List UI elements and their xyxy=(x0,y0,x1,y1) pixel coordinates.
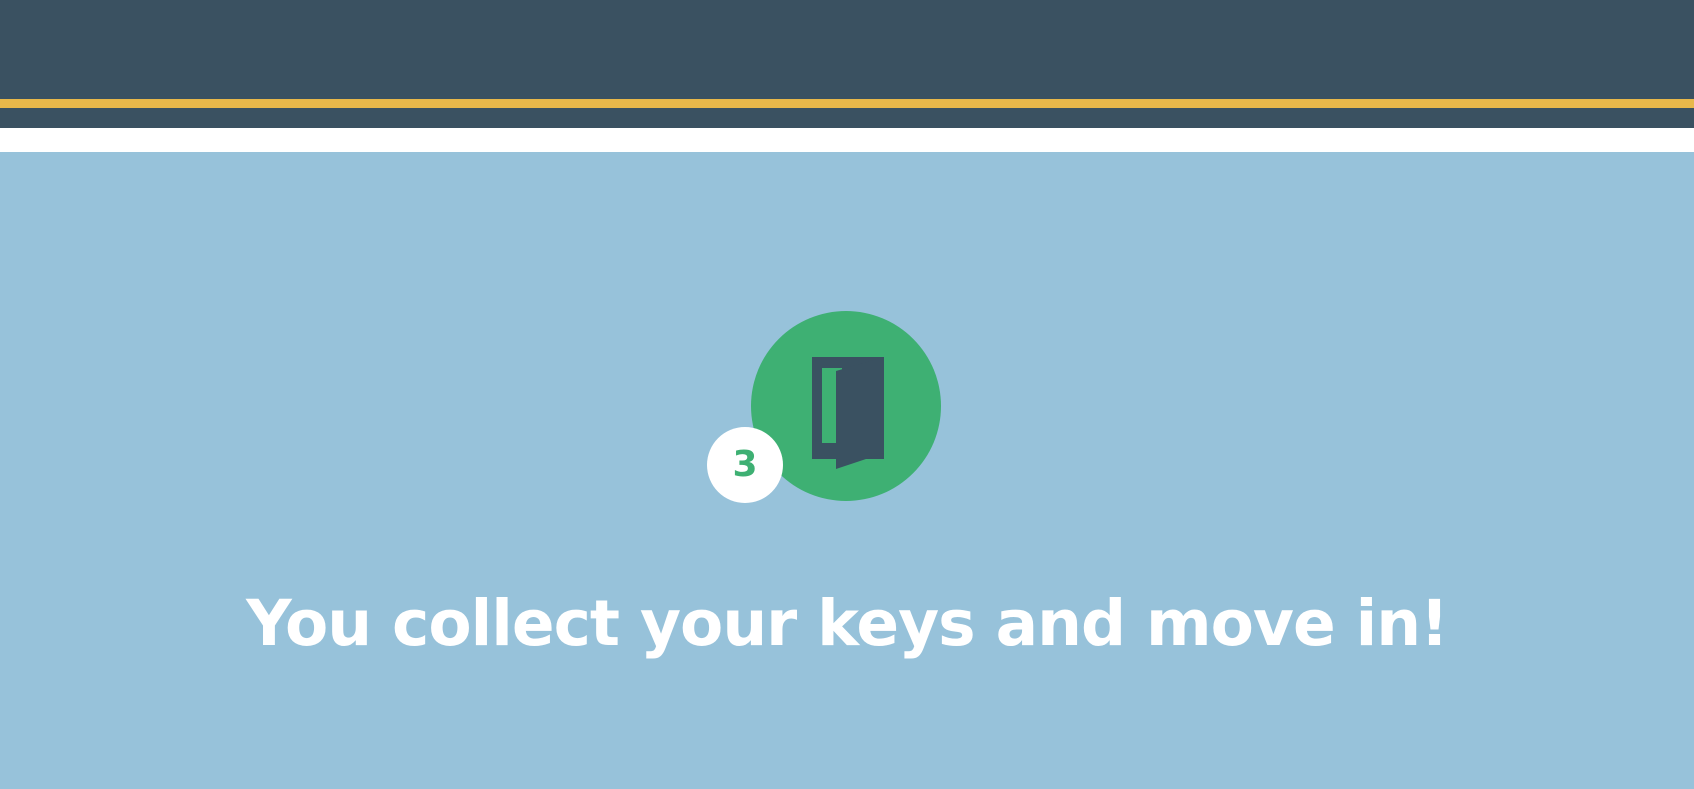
white-divider-band xyxy=(0,128,1694,152)
step-number-badge: 3 xyxy=(707,427,783,503)
door-icon xyxy=(812,357,884,469)
header-accent-stripe xyxy=(0,99,1694,108)
step-headline: You collect your keys and move in! xyxy=(246,587,1449,660)
top-header-bar xyxy=(0,0,1694,128)
page: 3 You collect your keys and move in! xyxy=(0,0,1694,789)
